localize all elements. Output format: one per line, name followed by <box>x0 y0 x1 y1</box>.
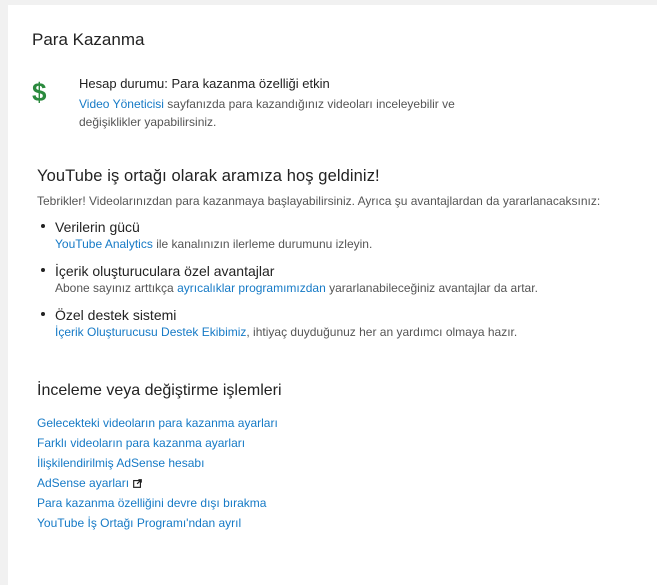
list-item: İçerik oluşturuculara özel avantajlar Ab… <box>37 262 652 297</box>
status-line: Hesap durumu: Para kazanma özelliği etki… <box>79 76 330 91</box>
creator-support-link[interactable]: İçerik Oluşturucusu Destek Ekibimiz <box>55 325 246 339</box>
list-item: Verilerin gücü YouTube Analytics ile kan… <box>37 218 652 253</box>
benefit-text: ile kanalınızın ilerleme durumunu izleyi… <box>152 237 373 251</box>
review-section: İnceleme veya değiştirme işlemleri Gelec… <box>37 382 637 533</box>
benefit-description: İçerik Oluşturucusu Destek Ekibimiz, iht… <box>55 324 652 341</box>
benefit-text: yararlanabileceğiniz avantajlar da artar… <box>325 281 538 295</box>
benefits-list: Verilerin gücü YouTube Analytics ile kan… <box>37 218 652 341</box>
video-manager-link[interactable]: Video Yöneticisi <box>79 97 164 111</box>
benefit-title: Özel destek sistemi <box>55 307 177 323</box>
benefit-title: Verilerin gücü <box>55 219 140 235</box>
adsense-settings-link[interactable]: AdSense ayarları <box>37 476 129 490</box>
review-links: Gelecekteki videoların para kazanma ayar… <box>37 413 637 533</box>
status-description: Video Yöneticisi sayfanızda para kazandı… <box>79 95 509 131</box>
dollar-icon: $ <box>32 77 47 107</box>
page-title: Para Kazanma <box>32 30 145 49</box>
benefit-description: YouTube Analytics ile kanalınızın ilerle… <box>55 236 652 253</box>
benefits-program-link[interactable]: ayrıcalıklar programımızdan <box>177 281 326 295</box>
linked-adsense-account-link[interactable]: İlişkilendirilmiş AdSense hesabı <box>37 453 637 473</box>
future-videos-settings-link[interactable]: Gelecekteki videoların para kazanma ayar… <box>37 413 637 433</box>
youtube-analytics-link[interactable]: YouTube Analytics <box>55 237 153 251</box>
welcome-intro: Tebrikler! Videolarınızdan para kazanmay… <box>37 194 601 208</box>
external-link-icon <box>133 479 142 488</box>
benefit-text: , ihtiyaç duyduğunuz her an yardımcı olm… <box>246 325 518 339</box>
other-videos-settings-link[interactable]: Farklı videoların para kazanma ayarları <box>37 433 637 453</box>
benefit-text: Abone sayınız arttıkça <box>55 281 178 295</box>
monetization-card: Para Kazanma $ Hesap durumu: Para kazanm… <box>8 5 657 585</box>
welcome-title: YouTube iş ortağı olarak aramıza hoş gel… <box>37 167 380 185</box>
benefit-description: Abone sayınız arttıkça ayrıcalıklar prog… <box>55 280 652 297</box>
benefit-title: İçerik oluşturuculara özel avantajlar <box>55 263 275 279</box>
bullet-icon <box>41 224 45 228</box>
leave-partner-program-link[interactable]: YouTube İş Ortağı Programı'ndan ayrıl <box>37 513 637 533</box>
adsense-settings-row: AdSense ayarları <box>37 473 637 493</box>
bullet-icon <box>41 268 45 272</box>
bullet-icon <box>41 312 45 316</box>
disable-monetization-link[interactable]: Para kazanma özelliğini devre dışı bırak… <box>37 493 637 513</box>
welcome-section: YouTube iş ortağı olarak aramıza hoş gel… <box>37 167 652 350</box>
review-title: İnceleme veya değiştirme işlemleri <box>37 382 282 399</box>
list-item: Özel destek sistemi İçerik Oluşturucusu … <box>37 306 652 341</box>
status-text: Hesap durumu: Para kazanma özelliği etki… <box>79 75 509 131</box>
